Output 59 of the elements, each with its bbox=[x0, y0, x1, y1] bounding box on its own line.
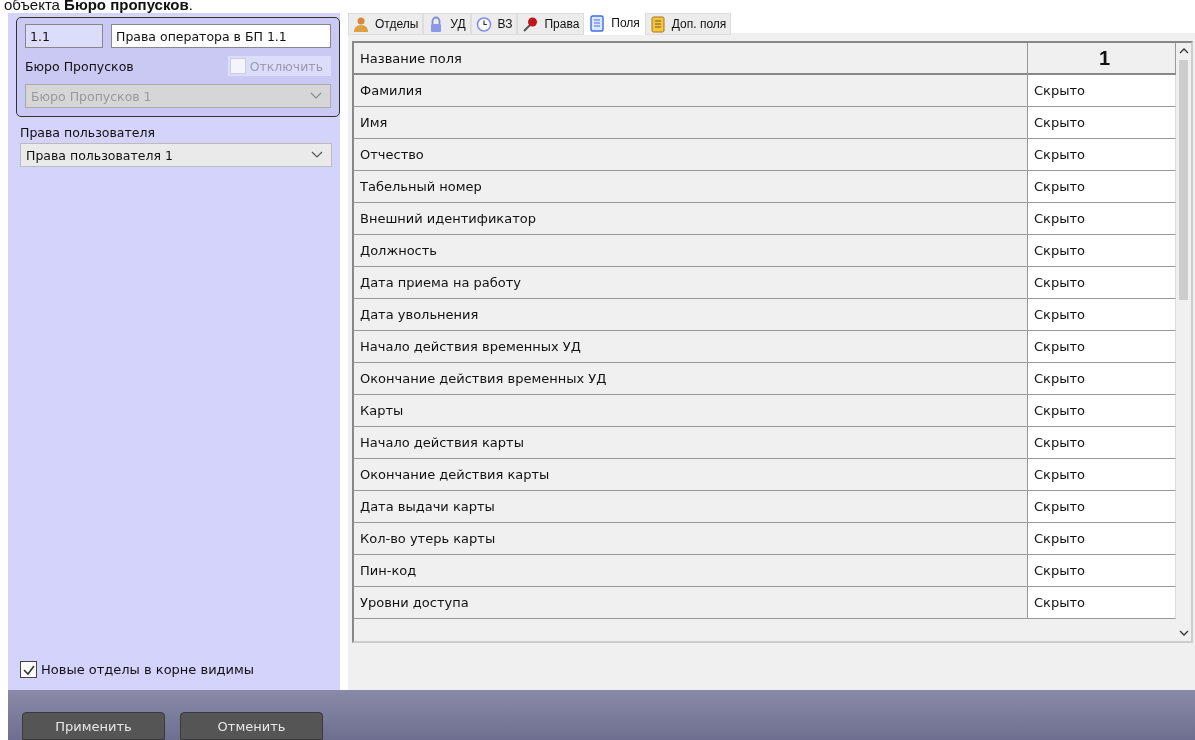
table-cell: Скрыто bbox=[1028, 427, 1176, 459]
table-cell: Скрыто bbox=[1028, 139, 1176, 171]
table-cell: Скрыто bbox=[1028, 587, 1176, 619]
column-header: 1 bbox=[1028, 43, 1176, 75]
table-cell: Окончание действия временных УД bbox=[354, 363, 1028, 395]
table-cell: Окончание действия карты bbox=[354, 459, 1028, 491]
table-cell: Уровни доступа bbox=[354, 587, 1028, 619]
table-cell: Внешний идентификатор bbox=[354, 203, 1028, 235]
table-cell: Должность bbox=[354, 235, 1028, 267]
table-cell: Скрыто bbox=[1028, 203, 1176, 235]
caret-icon bbox=[310, 92, 322, 100]
tab[interactable]: Права bbox=[517, 13, 585, 35]
scroll-thumb[interactable] bbox=[1179, 60, 1188, 300]
table-cell: Табельный номер bbox=[354, 171, 1028, 203]
tab[interactable]: ВЗ bbox=[470, 13, 518, 35]
new-departments-checkbox[interactable]: Новые отделы в корне видимы bbox=[20, 661, 340, 678]
table-cell: Фамилия bbox=[354, 75, 1028, 107]
table-cell: Скрыто bbox=[1028, 395, 1176, 427]
table-cell: Скрыто bbox=[1028, 75, 1176, 107]
key-icon bbox=[522, 15, 539, 33]
table-cell: Скрыто bbox=[1028, 523, 1176, 555]
table-cell: Скрыто bbox=[1028, 555, 1176, 587]
tab[interactable]: УД bbox=[423, 13, 471, 35]
table-cell: Начало действия карты bbox=[354, 427, 1028, 459]
table-cell: Скрыто bbox=[1028, 171, 1176, 203]
table-cell: Скрыто bbox=[1028, 267, 1176, 299]
table-cell: Скрыто bbox=[1028, 459, 1176, 491]
table-cell: Карты bbox=[354, 395, 1028, 427]
rights-label: Права пользователя bbox=[20, 125, 156, 140]
table-cell: Скрыто bbox=[1028, 363, 1176, 395]
column-header: Название поля bbox=[354, 43, 1028, 75]
table-cell: Дата приема на работу bbox=[354, 267, 1028, 299]
clock-icon bbox=[475, 15, 492, 33]
id-field[interactable]: 1.1 bbox=[25, 24, 103, 48]
table-cell: Имя bbox=[354, 107, 1028, 139]
dialog-button[interactable]: Применить bbox=[22, 712, 165, 740]
table-cell: Скрыто bbox=[1028, 299, 1176, 331]
dialog-button[interactable]: Отменить bbox=[180, 712, 323, 740]
list-icon bbox=[589, 14, 606, 32]
notepad-icon bbox=[649, 15, 666, 33]
table-cell: Дата выдачи карты bbox=[354, 491, 1028, 523]
name-field[interactable]: Права оператора в БП 1.1 bbox=[111, 24, 331, 48]
table-cell: Скрыто bbox=[1028, 331, 1176, 363]
caret-icon bbox=[311, 151, 323, 159]
scroll-down-icon[interactable] bbox=[1178, 630, 1189, 636]
table-cell: Отчество bbox=[354, 139, 1028, 171]
person-icon bbox=[353, 15, 369, 33]
table-cell: Скрыто bbox=[1028, 491, 1176, 523]
table-cell: Скрыто bbox=[1028, 235, 1176, 267]
scroll-up-icon[interactable] bbox=[1178, 48, 1189, 54]
table-cell: Дата увольнения bbox=[354, 299, 1028, 331]
rights-dropdown[interactable]: Права пользователя 1 bbox=[20, 143, 332, 167]
table-cell: Кол-во утерь карты bbox=[354, 523, 1028, 555]
table-cell: Начало действия временных УД bbox=[354, 331, 1028, 363]
tab[interactable]: Отделы bbox=[348, 13, 424, 35]
bureau-label: Бюро Пропусков bbox=[25, 58, 134, 74]
table-cell: Скрыто bbox=[1028, 107, 1176, 139]
tab[interactable]: Доп. поля bbox=[644, 13, 732, 35]
table-cell: Пин-код bbox=[354, 555, 1028, 587]
